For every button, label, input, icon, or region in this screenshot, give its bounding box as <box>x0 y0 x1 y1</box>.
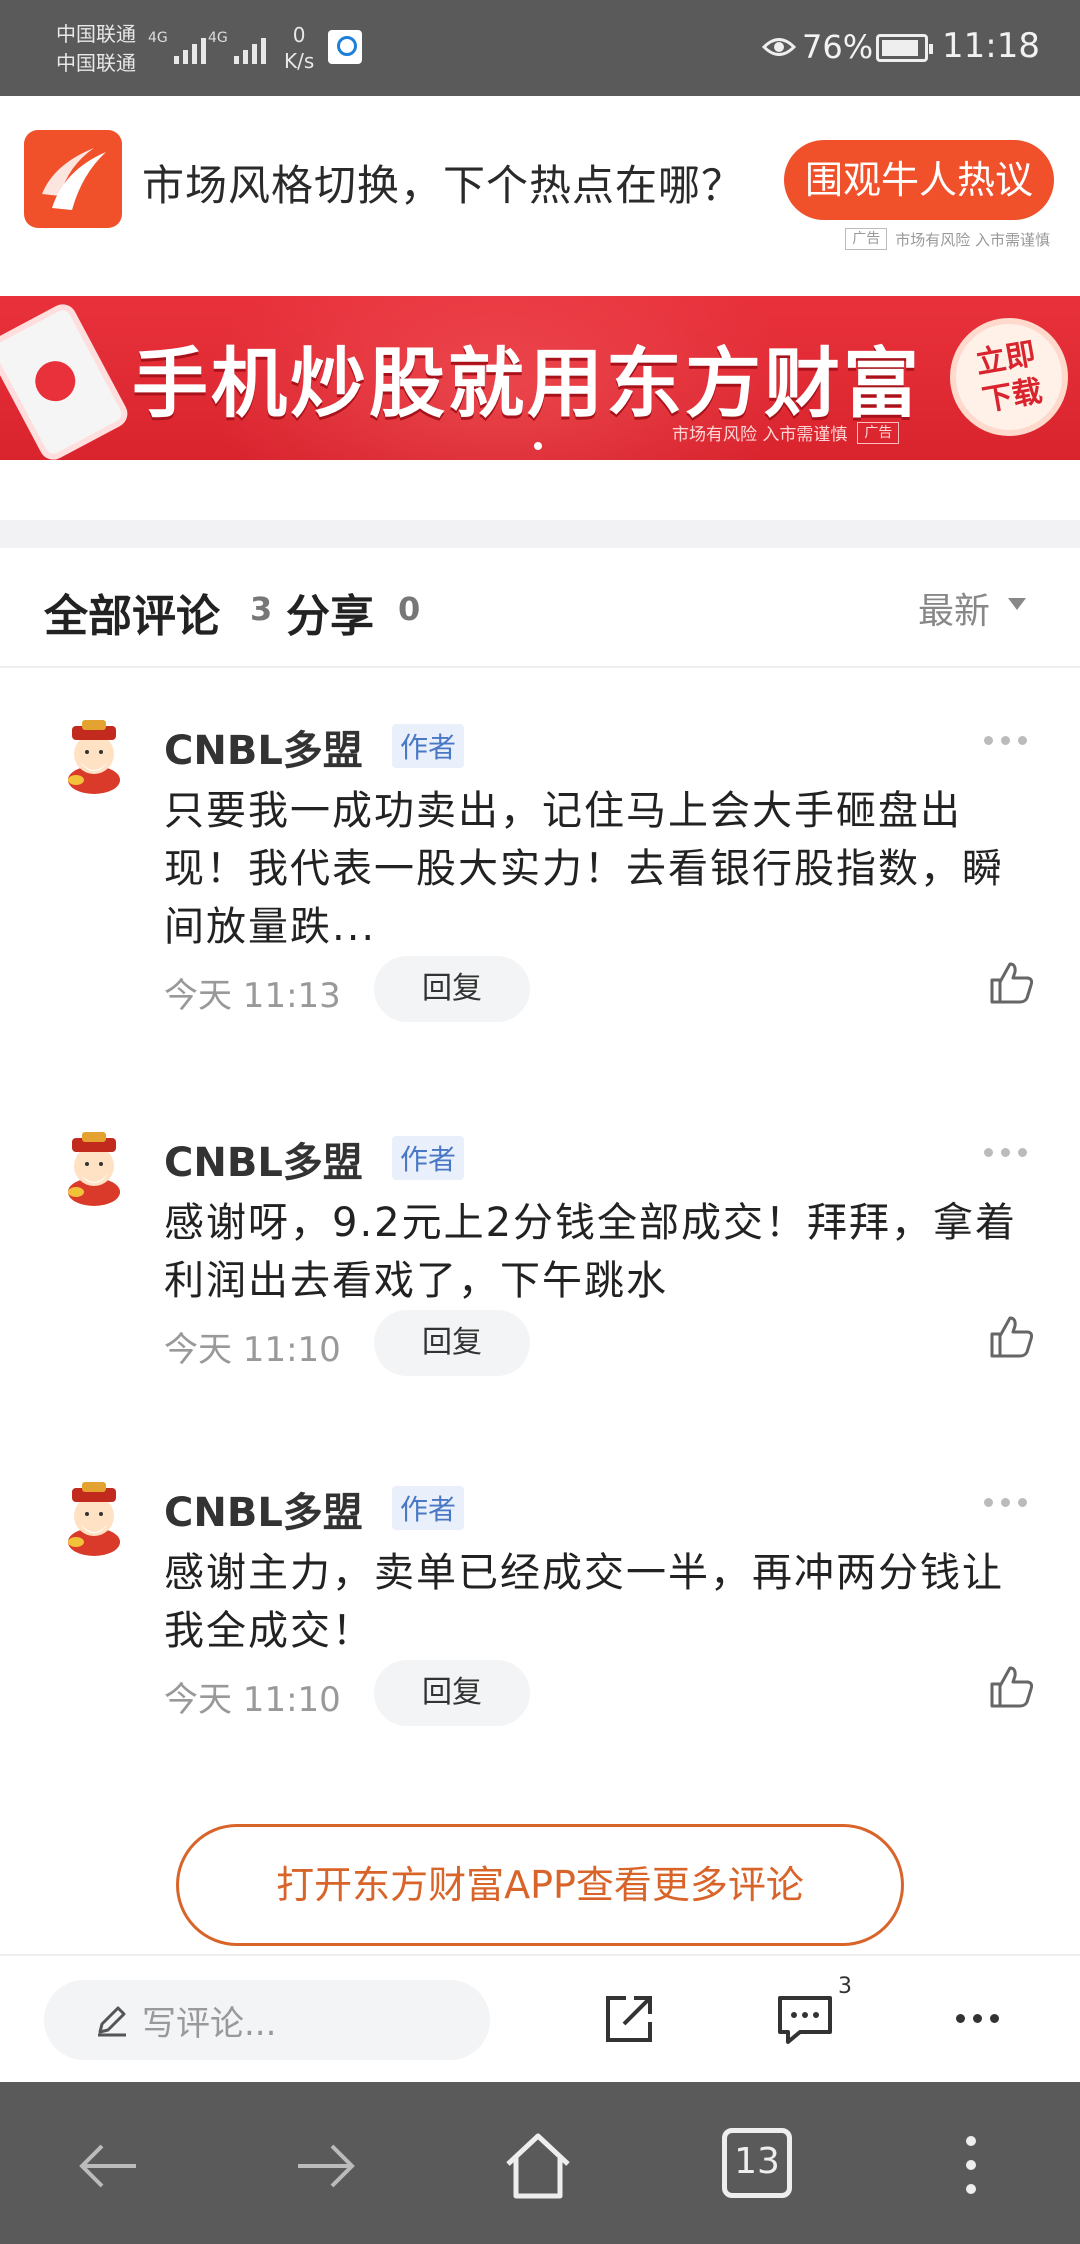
author-badge: 作者 <box>392 1136 465 1180</box>
tabs-icon[interactable]: 13 <box>722 2128 792 2198</box>
reply-button[interactable]: 回复 <box>374 1660 530 1726</box>
comment-text[interactable]: 只要我一成功卖出，记住马上会大手砸盘出现！我代表一股大实力！去看银行股指数，瞬间… <box>164 782 1044 956</box>
home-icon[interactable] <box>500 2128 576 2204</box>
banner-download-button[interactable]: 立即 下载 <box>940 308 1078 446</box>
avatar[interactable] <box>60 718 128 794</box>
sort-dropdown[interactable]: 最新 <box>918 582 990 634</box>
battery-icon <box>876 34 933 62</box>
comment-time: 今天 11:10 <box>164 1330 341 1370</box>
comment-author[interactable]: CNBL多盟 <box>164 718 363 776</box>
comment-time: 今天 11:10 <box>164 1680 341 1720</box>
pen-icon <box>98 2006 126 2037</box>
more-icon[interactable] <box>956 2014 999 2023</box>
carrier-1: 中国联通 <box>56 22 136 46</box>
more-options-icon[interactable] <box>984 736 1027 745</box>
like-icon[interactable] <box>986 1312 1036 1362</box>
carousel-indicator <box>534 442 542 450</box>
battery-percent: 76% <box>802 28 874 66</box>
comments-header: 全部评论 3 分享 0 最新 <box>0 548 1080 668</box>
comment-author[interactable]: CNBL多盟 <box>164 1480 363 1538</box>
arrow-right-icon[interactable] <box>288 2128 364 2204</box>
carrier-labels: 中国联通 中国联通 <box>56 20 136 78</box>
section-divider <box>0 520 1080 548</box>
all-comments-count: 3 <box>250 590 273 628</box>
like-icon[interactable] <box>986 1662 1036 1712</box>
eye-comfort-icon <box>762 38 796 56</box>
arrow-left-icon[interactable] <box>70 2128 146 2204</box>
more-options-icon[interactable] <box>984 1148 1027 1157</box>
ad-headline[interactable]: 市场风格切换，下个热点在哪？ <box>142 152 744 213</box>
comment-text[interactable]: 感谢主力，卖单已经成交一半，再冲两分钱让我全成交！ <box>164 1544 1044 1660</box>
avatar[interactable] <box>60 1480 128 1556</box>
write-comment-input[interactable]: 写评论... <box>44 1980 490 2060</box>
comment-author[interactable]: CNBL多盟 <box>164 1130 363 1188</box>
like-icon[interactable] <box>986 958 1036 1008</box>
open-app-button[interactable]: 打开东方财富APP查看更多评论 <box>176 1824 904 1946</box>
avatar[interactable] <box>60 1130 128 1206</box>
carrier-2: 中国联通 <box>56 51 136 75</box>
tab-shares[interactable]: 分享 <box>286 580 374 644</box>
reply-button[interactable]: 回复 <box>374 1310 530 1376</box>
phone-illustration-icon <box>0 299 133 460</box>
tab-all-comments[interactable]: 全部评论 <box>44 580 220 644</box>
shares-count: 0 <box>398 590 421 628</box>
share-icon[interactable] <box>600 1990 658 2048</box>
network-speed: 0 K/s <box>284 23 315 73</box>
comment-toolbar: 写评论... 3 <box>0 1954 1080 2082</box>
signal-icon: 4G <box>148 30 206 64</box>
top-ad[interactable]: 市场风格切换，下个热点在哪？ 围观牛人热议 广告 市场有风险 入市需谨慎 <box>0 96 1080 276</box>
more-vertical-icon[interactable] <box>966 2136 976 2194</box>
comments-icon[interactable] <box>774 1992 836 2048</box>
author-badge: 作者 <box>392 1486 465 1530</box>
browser-nav-bar: 13 <box>0 2082 1080 2244</box>
comment-text[interactable]: 感谢呀，9.2元上2分钱全部成交！拜拜，拿着利润出去看戏了，下午跳水 <box>164 1194 1044 1310</box>
comment-time: 今天 11:13 <box>164 976 341 1016</box>
download-banner[interactable]: 手机炒股就用东方财富 立即 下载 市场有风险 入市需谨慎 广告 <box>0 296 1080 460</box>
eastmoney-logo-icon <box>24 130 122 228</box>
comment-count-badge: 3 <box>838 1974 852 1999</box>
app-notification-icon <box>328 30 362 64</box>
reply-button[interactable]: 回复 <box>374 956 530 1022</box>
banner-disclaimer: 市场有风险 入市需谨慎 广告 <box>672 420 900 445</box>
write-comment-placeholder: 写评论... <box>142 2004 277 2044</box>
ad-disclaimer: 广告 市场有风险 入市需谨慎 <box>845 228 1050 250</box>
ad-cta-button[interactable]: 围观牛人热议 <box>784 140 1054 220</box>
clock: 11:18 <box>942 26 1040 66</box>
more-options-icon[interactable] <box>984 1498 1027 1507</box>
author-badge: 作者 <box>392 724 465 768</box>
chevron-down-icon[interactable] <box>1008 598 1026 610</box>
status-bar: 中国联通 中国联通 4G 4G 0 K/s 76% 11:18 <box>0 0 1080 96</box>
signal-icon-2: 4G <box>208 30 266 64</box>
banner-title: 手机炒股就用东方财富 <box>132 339 922 428</box>
